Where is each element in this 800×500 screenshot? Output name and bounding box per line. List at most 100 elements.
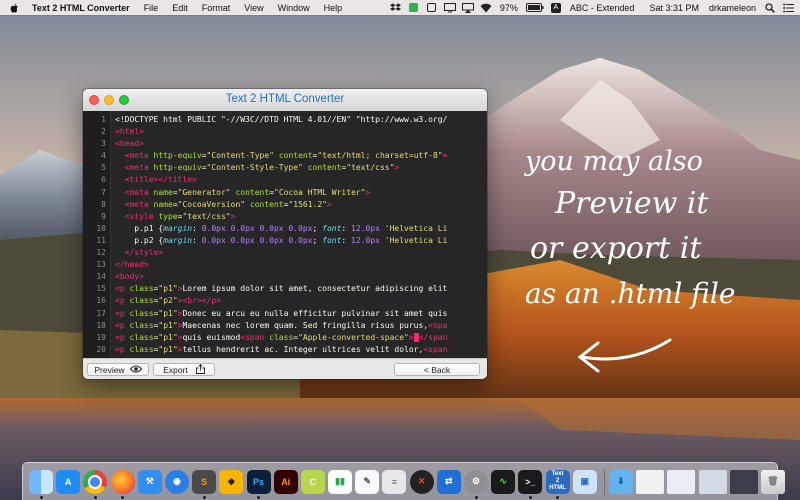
code-line[interactable]: </head> [115, 259, 487, 271]
keyboard-layout-label[interactable]: ABC - Extended [565, 3, 640, 13]
line-number-gutter: 1 2 3 4 5 6 7 8 9 10 11 12 13 14 15 16 17 18 19 20 [83, 111, 111, 358]
clock[interactable]: Sat 3:31 PM [639, 3, 704, 13]
menu-edit[interactable]: Edit [165, 3, 195, 13]
code-line[interactable]: <p class="p1">Donec eu arcu eu nulla eff… [115, 308, 487, 320]
code-line[interactable]: <meta http-equiv="Content-Style-Type" co… [115, 162, 487, 174]
dock-photoshop-icon[interactable]: Ps [246, 469, 271, 499]
code-token: <title></title> [124, 175, 197, 185]
dock-numbers-icon[interactable]: ▮▮ [328, 469, 353, 494]
menu-help[interactable]: Help [317, 3, 350, 13]
dock-maps-icon[interactable]: ◉ [164, 469, 189, 494]
user-name[interactable]: drkameleon [704, 3, 761, 13]
dock-coda-icon[interactable]: C [300, 469, 325, 494]
zoom-window-button[interactable] [119, 95, 129, 105]
code-token: <span [240, 332, 270, 342]
dock-window-thumbnail-1[interactable] [636, 469, 665, 494]
code-token: type [158, 211, 178, 221]
code-line[interactable]: <head> [115, 138, 487, 150]
code-line[interactable]: </style> [115, 247, 487, 259]
battery-icon[interactable] [525, 2, 544, 14]
display-icon[interactable] [443, 2, 456, 14]
dock-app-store-icon[interactable]: A [56, 469, 81, 494]
code-text-area[interactable]: <!DOCTYPE html PUBLIC "-//W3C//DTD HTML … [111, 111, 487, 358]
menu-file[interactable]: File [137, 3, 166, 13]
code-line[interactable]: <meta name="CocoaVersion" content="1561.… [115, 199, 487, 211]
code-token: </style> [124, 248, 164, 258]
dock-terminal-icon[interactable]: >_ [518, 469, 543, 499]
code-line[interactable]: <!DOCTYPE html PUBLIC "-//W3C//DTD HTML … [115, 114, 487, 126]
menu-format[interactable]: Format [195, 3, 238, 13]
dock-window-thumbnail-3[interactable] [698, 469, 727, 494]
notification-center-icon[interactable] [782, 2, 794, 14]
battery-percent[interactable]: 97% [495, 3, 523, 13]
back-button[interactable]: < Back [394, 363, 480, 376]
dock-firefox-icon[interactable] [110, 469, 135, 499]
code-line[interactable]: <style type="text/css"> [115, 211, 487, 223]
code-token: <p [115, 344, 130, 354]
green-status-icon[interactable] [408, 2, 420, 14]
dock-activity-monitor-icon[interactable]: ∿ [491, 469, 516, 494]
window-titlebar[interactable]: Text 2 HTML Converter [83, 89, 487, 112]
dock-window-thumbnail-4[interactable] [729, 469, 758, 494]
dock-textedit-icon[interactable]: ✎ [355, 469, 380, 494]
apple-icon[interactable] [0, 3, 24, 13]
code-line[interactable]: <p class="p2"><br></p> [115, 295, 487, 307]
code-token: <style [124, 211, 159, 221]
keyboard-icon[interactable]: A [550, 2, 562, 14]
code-token: Lorem ipsum dolor sit amet, consectetur … [182, 284, 448, 294]
line-number: 8 [101, 199, 106, 209]
dock-system-preferences-icon[interactable]: ⚙ [464, 469, 488, 499]
dock-tower-icon[interactable]: ⇄ [436, 469, 461, 494]
code-editor[interactable]: 1 2 3 4 5 6 7 8 9 10 11 12 13 14 15 16 17 18 19 20 <!DOCTYP… [83, 111, 487, 358]
box-icon[interactable] [426, 2, 438, 14]
close-window-button[interactable] [89, 95, 99, 105]
code-token: http-equiv [153, 163, 202, 173]
dock-safari-icon[interactable]: ✕ [409, 469, 434, 494]
dock-preview-icon[interactable]: ▣ [572, 469, 597, 494]
code-token: "Apple-converted-space" [298, 332, 409, 342]
dock-downloads-folder-icon[interactable]: ⬇ [608, 469, 633, 494]
export-button[interactable]: Export [153, 363, 215, 376]
window-title: Text 2 HTML Converter [225, 93, 345, 105]
dock-finder-icon[interactable] [29, 469, 53, 499]
line-number: 13 [96, 260, 106, 270]
dropbox-icon[interactable] [390, 2, 402, 14]
code-token: ; [312, 223, 323, 233]
code-token: > [326, 199, 332, 209]
code-line[interactable]: <meta http-equiv="Content-Type" content=… [115, 150, 487, 162]
code-line[interactable]: <meta name="Generator" content="Cocoa HT… [115, 187, 487, 199]
dock-text2html-icon[interactable]: Text 2 HTML [545, 469, 570, 499]
code-line[interactable]: p.p2 {margin: 0.0px 0.0px 0.0px 0.0px; f… [115, 235, 487, 247]
code-token: 12.0px [351, 223, 380, 233]
wifi-icon[interactable] [480, 2, 492, 14]
code-token: name [153, 187, 173, 197]
dock-chrome-icon[interactable] [83, 469, 108, 499]
dock-sublime-text-icon[interactable]: S [192, 469, 217, 499]
airplay-icon[interactable] [461, 2, 474, 14]
dock-trash-icon[interactable]: 🗑 [760, 469, 785, 494]
minimize-window-button[interactable] [104, 95, 114, 105]
code-token: p.p1 { [115, 223, 164, 233]
dock-sketch-icon[interactable]: ◆ [219, 469, 244, 494]
code-line[interactable]: p.p1 {margin: 0.0px 0.0px 0.0px 0.0px; f… [115, 223, 487, 235]
code-line[interactable]: <p class="p1">Lorem ipsum dolor sit amet… [115, 283, 487, 295]
menu-view[interactable]: View [237, 3, 270, 13]
preview-button[interactable]: Preview [87, 363, 149, 376]
code-line[interactable]: <p class="p1">Maecenas nec lorem quam. S… [115, 320, 487, 332]
code-line[interactable]: <body> [115, 271, 487, 283]
code-line[interactable]: <p class="p1">quis euismod<span class="A… [115, 332, 487, 344]
menu-window[interactable]: Window [271, 3, 317, 13]
code-line[interactable]: <p class="p1">tellus hendrerit ac. Integ… [115, 344, 487, 356]
line-number: 7 [101, 187, 106, 197]
dock-illustrator-icon[interactable]: Ai [273, 469, 298, 494]
menu-app-name[interactable]: Text 2 HTML Converter [24, 3, 137, 13]
dock-preferences-icon[interactable]: ≡ [382, 469, 407, 494]
search-icon[interactable] [764, 2, 776, 14]
code-line[interactable]: <title></title> [115, 174, 487, 186]
code-line[interactable]: <html> [115, 126, 487, 138]
dock-window-thumbnail-2[interactable] [667, 469, 696, 494]
dock-xcode-icon[interactable]: ⚒ [137, 469, 162, 494]
code-token: "p1" [158, 320, 178, 330]
